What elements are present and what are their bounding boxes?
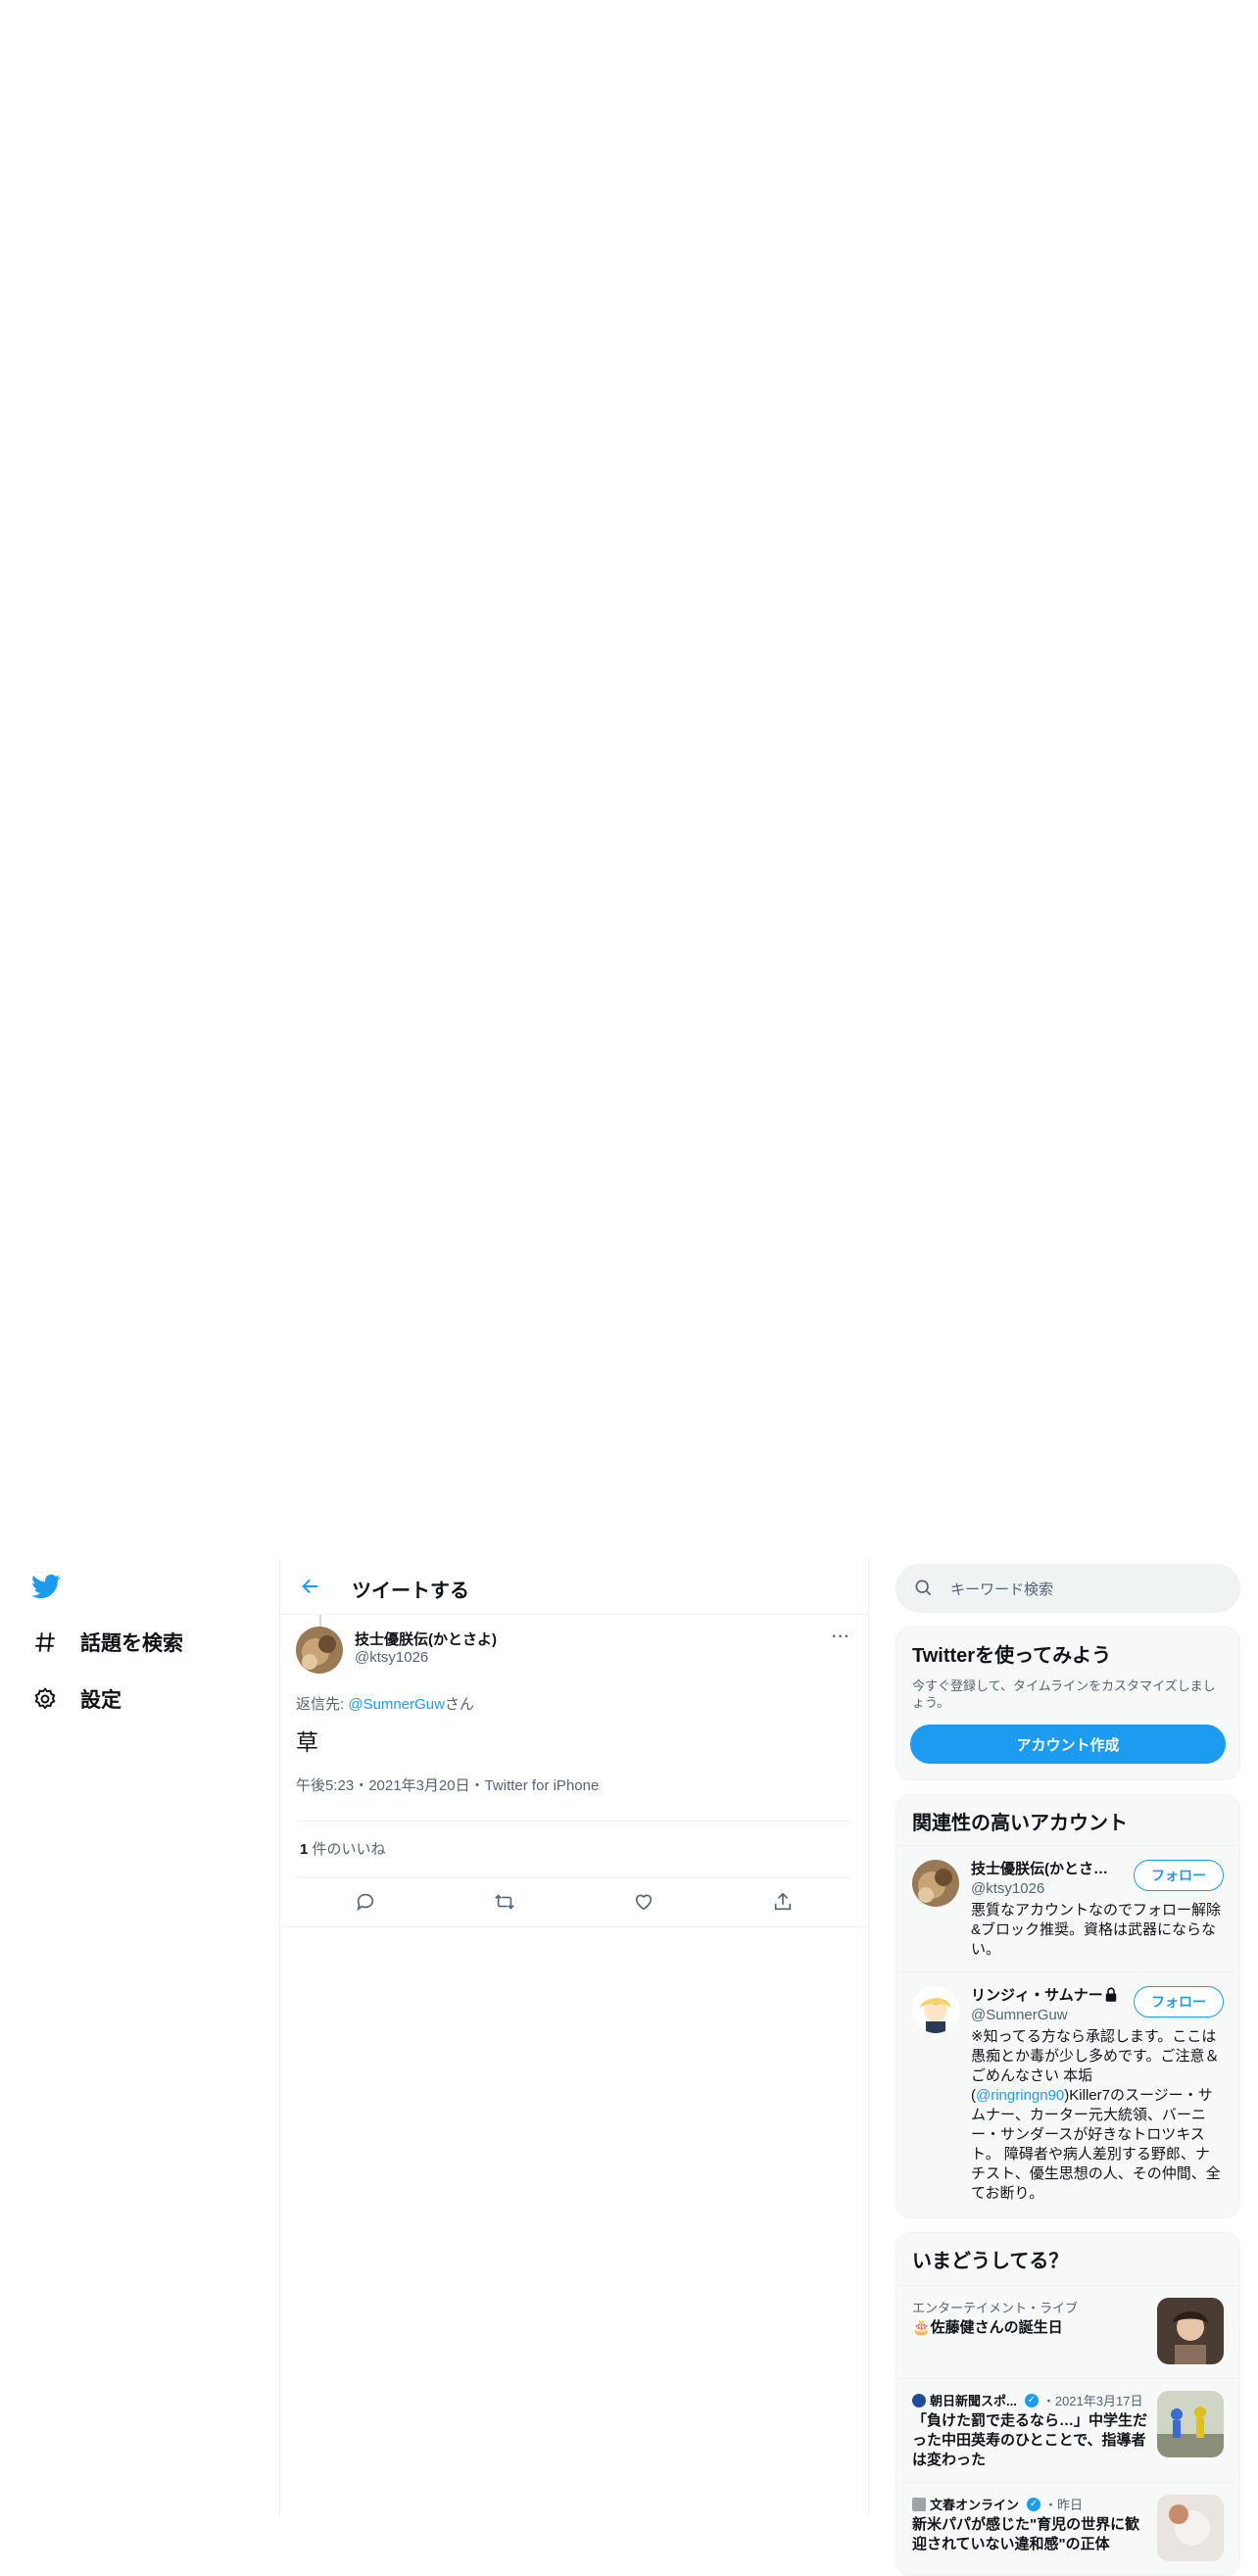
more-options-icon[interactable]: ··· <box>832 1628 850 1646</box>
main-column: ツイートする 技士優朕伝(かとさよ) @ktsy1026 ··· 返信先: @S… <box>279 1558 869 2516</box>
divider <box>280 1926 868 1927</box>
follow-button[interactable]: フォロー <box>1134 1986 1224 2017</box>
likes-label: 件のいいね <box>308 1841 386 1858</box>
search-placeholder: キーワード検索 <box>950 1580 1054 1598</box>
main-header: ツイートする <box>280 1558 868 1615</box>
tweet-actions <box>296 1877 852 1926</box>
trend-item[interactable]: 文春オンライン ✓ ・昨日 新米パパが感じた"育児の世界に歓迎されていない違和感"の… <box>896 2482 1239 2575</box>
user-bio-text: )Killer7のスージー・サムナー、カーター元大統領、バーニー・サンダースが好… <box>971 2087 1221 2202</box>
trends-card: いまどうしてる？ エンターテイメント・ライブ 🎂佐藤健さんの誕生日 朝日新聞スポ… <box>895 2232 1240 2576</box>
trend-item[interactable]: エンターテイメント・ライブ 🎂佐藤健さんの誕生日 <box>896 2285 1239 2378</box>
trends-title: いまどうしてる？ <box>912 2251 1069 2272</box>
trend-source-name: 朝日新聞スポ... <box>930 2394 1017 2408</box>
retweet-icon[interactable] <box>485 1882 524 1921</box>
tweet-timestamp[interactable]: 午後5:23・2021年3月20日・Twitter for iPhone <box>296 1774 599 1795</box>
author-name[interactable]: 技士優朕伝(かとさよ) <box>355 1628 497 1649</box>
trend-date: ・昨日 <box>1044 2498 1084 2512</box>
trend-thumbnail <box>1157 2495 1224 2561</box>
reply-prefix: 返信先: <box>296 1696 349 1713</box>
hashtag-icon <box>31 1628 59 1656</box>
search-icon <box>913 1578 935 1599</box>
trend-date: ・2021年3月17日 <box>1041 2394 1143 2408</box>
page-title: ツイートする <box>352 1580 469 1602</box>
related-accounts-card: 関連性の高いアカウント 技士優朕伝(かとさよ) @ktsy1026 悪質なアカウ… <box>895 1794 1240 2218</box>
nav-explore-label: 話題を検索 <box>80 1632 183 1655</box>
author-avatar[interactable] <box>296 1627 343 1674</box>
reply-suffix: さん <box>444 1696 474 1713</box>
user-name[interactable]: リンジィ・サムナー <box>971 1984 1108 2005</box>
reply-mention-link[interactable]: @SumnerGuw <box>348 1696 445 1713</box>
user-bio-link[interactable]: @ringringn90 <box>976 2087 1064 2104</box>
trend-item[interactable]: 朝日新聞スポ... ✓ ・2021年3月17日 「負けた罰で走るなら…」中学生だった… <box>896 2378 1239 2482</box>
right-sidebar: キーワード検索 Twitterを使ってみよう 今すぐ登録して、タイムラインをカス… <box>895 1564 1240 2576</box>
like-icon[interactable] <box>624 1882 663 1921</box>
nav-settings-label: 設定 <box>80 1689 121 1712</box>
reply-to: 返信先: @SumnerGuwさん <box>296 1693 474 1714</box>
related-user-row[interactable]: リンジィ・サムナー @SumnerGuw ※知ってる方なら承認します。ここは愚痴… <box>896 1971 1239 2217</box>
nav-explore[interactable]: 話題を検索 <box>31 1623 183 1662</box>
user-bio: 悪質なアカウントなのでフォロー解除&ブロック推奨。資格は武器にならない。 <box>971 1902 1222 1958</box>
reply-icon[interactable] <box>346 1882 385 1921</box>
signup-subtitle: 今すぐ登録して、タイムラインをカスタマイズしましょう。 <box>912 1678 1216 1710</box>
verified-badge-icon: ✓ <box>1027 2497 1041 2511</box>
likes-count[interactable]: 1 件のいいね <box>300 1838 386 1859</box>
divider <box>296 1821 852 1822</box>
related-user-row[interactable]: 技士優朕伝(かとさよ) @ktsy1026 悪質なアカウントなのでフォロー解除&… <box>896 1845 1239 1971</box>
trend-thumbnail <box>1157 2391 1224 2457</box>
lock-icon <box>1102 1986 1120 2009</box>
search-input[interactable]: キーワード検索 <box>895 1564 1240 1613</box>
user-bio: ※知ってる方なら承認します。ここは愚痴とか毒が少し多めです。ご注意＆ごめんなさい… <box>971 2027 1224 2204</box>
author-handle[interactable]: @ktsy1026 <box>355 1649 428 1666</box>
follow-button[interactable]: フォロー <box>1134 1860 1224 1891</box>
avatar[interactable] <box>912 1860 959 1907</box>
trend-thumbnail <box>1157 2298 1224 2364</box>
signup-title: Twitterを使ってみよう <box>912 1645 1112 1667</box>
user-name[interactable]: 技士優朕伝(かとさよ) <box>971 1858 1108 1878</box>
back-arrow-icon[interactable] <box>294 1570 327 1603</box>
source-logo-icon <box>912 2393 926 2407</box>
thread-line <box>319 1615 321 1627</box>
trend-title: 新米パパが感じた"育児の世界に歓迎されていない違和感"の正体 <box>912 2516 1140 2552</box>
trend-source-name: 文春オンライン <box>930 2498 1020 2512</box>
signup-card: Twitterを使ってみよう 今すぐ登録して、タイムラインをカスタマイズしましょ… <box>895 1627 1240 1780</box>
avatar[interactable] <box>912 1986 959 2033</box>
trend-title: 「負けた罰で走るなら…」中学生だった中田英寿のひとことで、指導者は変わった <box>912 2412 1148 2468</box>
share-icon[interactable] <box>763 1882 802 1921</box>
source-logo-icon <box>912 2497 926 2511</box>
create-account-button[interactable]: アカウント作成 <box>910 1725 1226 1764</box>
trend-title: 🎂佐藤健さんの誕生日 <box>912 2319 1063 2336</box>
verified-badge-icon: ✓ <box>1024 2393 1039 2407</box>
nav-settings[interactable]: 設定 <box>31 1679 121 1719</box>
tweet-text: 草 <box>296 1729 318 1755</box>
related-title: 関連性の高いアカウント <box>912 1813 1128 1834</box>
gear-icon <box>31 1685 59 1713</box>
twitter-logo-icon[interactable] <box>29 1572 63 1601</box>
